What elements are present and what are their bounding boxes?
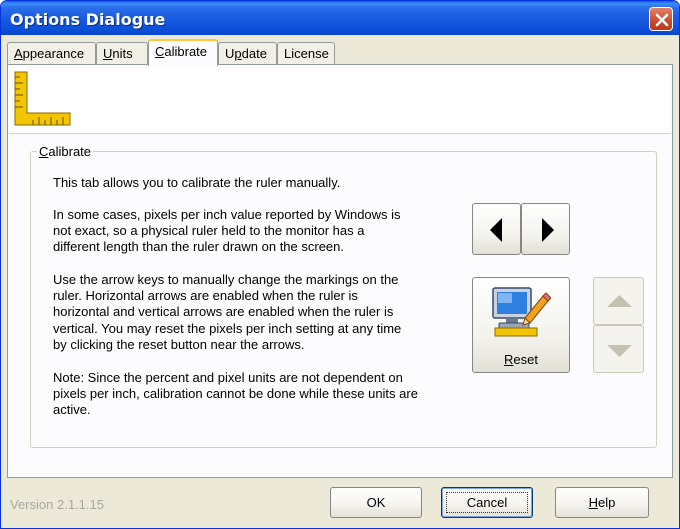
arrow-down-button[interactable]: [593, 325, 644, 373]
close-button[interactable]: [649, 7, 673, 31]
group-title: Calibrate: [37, 144, 94, 159]
banner: [9, 68, 671, 134]
arrow-down-icon: [607, 345, 632, 357]
note-text: Note: Since the percent and pixel units …: [53, 370, 418, 418]
tab-update[interactable]: Update: [218, 42, 277, 65]
title-bar[interactable]: Options Dialogue: [1, 1, 679, 35]
monitor-pencil-icon: [492, 287, 551, 337]
arrow-up-button[interactable]: [593, 277, 644, 325]
arrow-left-icon: [490, 218, 502, 242]
cancel-button[interactable]: Cancel: [441, 487, 533, 518]
arrow-right-button[interactable]: [521, 203, 570, 255]
ruler-icon: [14, 71, 71, 126]
instructions-text: Use the arrow keys to manually change th…: [53, 272, 402, 352]
explanation-text: In some cases, pixels per inch value rep…: [53, 207, 401, 255]
arrow-up-icon: [607, 295, 632, 307]
tab-calibrate[interactable]: Calibrate: [148, 39, 218, 66]
tab-license[interactable]: License: [277, 42, 335, 65]
intro-text: This tab allows you to calibrate the rul…: [53, 175, 341, 190]
reset-label: Reset: [504, 352, 538, 367]
reset-button[interactable]: Reset: [472, 277, 570, 373]
options-dialog: Options Dialogue Appearance Units Calibr…: [0, 0, 680, 529]
version-label: Version 2.1.1.15: [10, 497, 104, 512]
arrow-right-icon: [542, 218, 554, 242]
ok-button[interactable]: OK: [330, 487, 422, 518]
window-title: Options Dialogue: [10, 10, 166, 29]
help-button[interactable]: Help: [555, 487, 649, 518]
close-icon: [655, 13, 669, 27]
tab-units[interactable]: Units: [96, 42, 148, 65]
arrow-left-button[interactable]: [472, 203, 521, 255]
tab-appearance[interactable]: Appearance: [7, 42, 96, 65]
